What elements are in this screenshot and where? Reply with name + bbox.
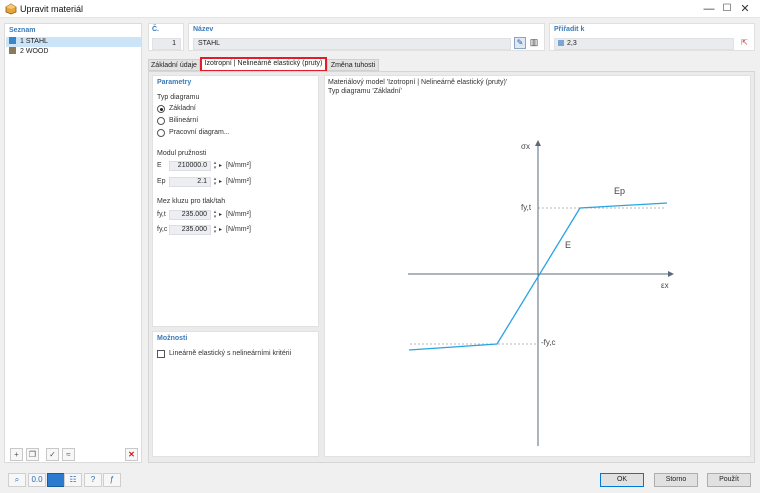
name-label: Název: [193, 26, 214, 33]
material-color-swatch: [9, 37, 16, 44]
e-unit: [N/mm²]: [226, 162, 251, 169]
e-input[interactable]: 210000.0: [169, 161, 211, 171]
diagram-box: Materiálový model 'Izotropní | Nelineárn…: [324, 75, 751, 457]
linear-elastic-checkbox[interactable]: [157, 350, 165, 358]
radio-zakladni[interactable]: [157, 105, 165, 113]
assign-field[interactable]: 2,3: [554, 38, 734, 50]
x-axis-arrow: [668, 271, 674, 277]
linear-elastic-label: Lineárně elastický s nelineárními kritér…: [169, 350, 292, 357]
title-bar: Upravit materiál — ☐ ✕: [0, 0, 760, 18]
fyt-unit: [N/mm²]: [226, 211, 251, 218]
apply-button[interactable]: Použít: [707, 473, 751, 487]
fyc-label: fy,c: [157, 226, 168, 233]
material-list-panel: Seznam 1 STAHL 2 WOOD + ❐ ✓ ≈ ✕: [4, 23, 142, 463]
fyc-spinner[interactable]: ▴ ▾: [212, 225, 218, 235]
fyt-label: fy,t: [157, 211, 166, 218]
yield-label: Mez kluzu pro tlak/tah: [157, 198, 226, 205]
ep-arrow-icon[interactable]: ▸: [219, 177, 225, 187]
fyt-spinner[interactable]: ▴ ▾: [212, 210, 218, 220]
y-axis-label: σx: [521, 142, 530, 151]
units-icon[interactable]: 0.0: [28, 473, 46, 487]
ep-spinner[interactable]: ▴ ▾: [212, 177, 218, 187]
tab-zmena-tuhosti[interactable]: Změna tuhosti: [327, 59, 379, 71]
radio-bilinearni-label: Bilineární: [169, 117, 199, 124]
material-color-swatch: [9, 47, 16, 54]
radio-pracovni-diagram-label: Pracovní diagram...: [169, 129, 230, 136]
options-box: Možnosti Lineárně elastický s nelineární…: [152, 331, 319, 457]
select-members-icon[interactable]: ⇱: [738, 37, 751, 49]
fyc-unit: [N/mm²]: [226, 226, 251, 233]
table-icon[interactable]: ☷: [64, 473, 82, 487]
material-app-icon: [5, 3, 17, 15]
tab-zakladni-udaje[interactable]: Základní údaje: [148, 59, 200, 71]
e-arrow-icon[interactable]: ▸: [219, 161, 225, 171]
function-icon[interactable]: ƒ: [103, 473, 121, 487]
color-icon[interactable]: [47, 473, 65, 487]
radio-zakladni-label: Základní: [169, 105, 196, 112]
options-title: Možnosti: [157, 335, 188, 342]
cancel-button[interactable]: Storno: [654, 473, 698, 487]
e-spinner[interactable]: ▴ ▾: [212, 161, 218, 171]
new-material-icon[interactable]: +: [10, 448, 23, 461]
assign-group: Přiřadit k 2,3 ⇱: [549, 23, 755, 51]
list-item-wood[interactable]: 2 WOOD: [6, 47, 141, 57]
x-axis-label: εx: [661, 281, 669, 290]
modulus-label: Modul pružnosti: [157, 150, 207, 157]
close-button[interactable]: ✕: [728, 0, 760, 18]
window-title: Upravit materiál: [20, 4, 84, 14]
tab-izotropni-nelinearne[interactable]: Izotropní | Nelineárně elastický (pruty): [200, 57, 327, 72]
fyc-input[interactable]: 235.000: [169, 225, 211, 235]
list-item-number: 1: [20, 38, 24, 45]
list-item-name: WOOD: [25, 48, 49, 55]
list-item-stahl[interactable]: 1 STAHL: [6, 37, 141, 47]
fyt-arrow-icon[interactable]: ▸: [219, 210, 225, 220]
parameters-title: Parametry: [157, 79, 192, 86]
check-all-icon[interactable]: ✓: [46, 448, 59, 461]
ep-curve-label: Ep: [614, 186, 626, 196]
assign-label: Přiřadit k: [554, 26, 585, 33]
ep-unit: [N/mm²]: [226, 178, 251, 185]
parameters-box: Parametry Typ diagramu Základní Bilineár…: [152, 75, 319, 327]
fyc-arrow-icon[interactable]: ▸: [219, 225, 225, 235]
ep-label: Ep: [157, 178, 166, 185]
delete-icon[interactable]: ✕: [125, 448, 138, 461]
member-icon: [558, 40, 564, 46]
ep-input[interactable]: 2.1: [169, 177, 211, 187]
radio-pracovni-diagram[interactable]: [157, 129, 165, 137]
diagram-type-label: Typ diagramu: [157, 94, 200, 101]
ok-button[interactable]: OK: [600, 473, 644, 487]
list-heading: Seznam: [9, 27, 36, 34]
search-icon[interactable]: ⌕: [8, 473, 26, 487]
fyt-input[interactable]: 235.000: [169, 210, 211, 220]
edit-name-icon[interactable]: ✎: [514, 37, 526, 49]
radio-bilinearni[interactable]: [157, 117, 165, 125]
fyc-curve-label: -fy,c: [541, 338, 556, 347]
fyt-curve-label: fy,t: [521, 203, 532, 212]
help-icon[interactable]: ?: [84, 473, 102, 487]
number-label: Č.: [152, 26, 159, 33]
number-group: Č. 1: [148, 23, 184, 51]
list-item-number: 2: [20, 48, 24, 55]
e-label: E: [157, 162, 162, 169]
name-group: Název STAHL ✎ ▥: [188, 23, 545, 51]
e-curve-label: E: [565, 240, 572, 250]
list-item-name: STAHL: [25, 38, 48, 45]
library-icon[interactable]: ▥: [528, 37, 540, 49]
name-field[interactable]: STAHL: [193, 38, 511, 50]
y-axis-arrow: [535, 140, 541, 146]
stress-strain-diagram: [408, 140, 674, 446]
number-field[interactable]: 1: [152, 38, 181, 50]
uncheck-icon[interactable]: ≈: [62, 448, 75, 461]
copy-material-icon[interactable]: ❐: [26, 448, 39, 461]
